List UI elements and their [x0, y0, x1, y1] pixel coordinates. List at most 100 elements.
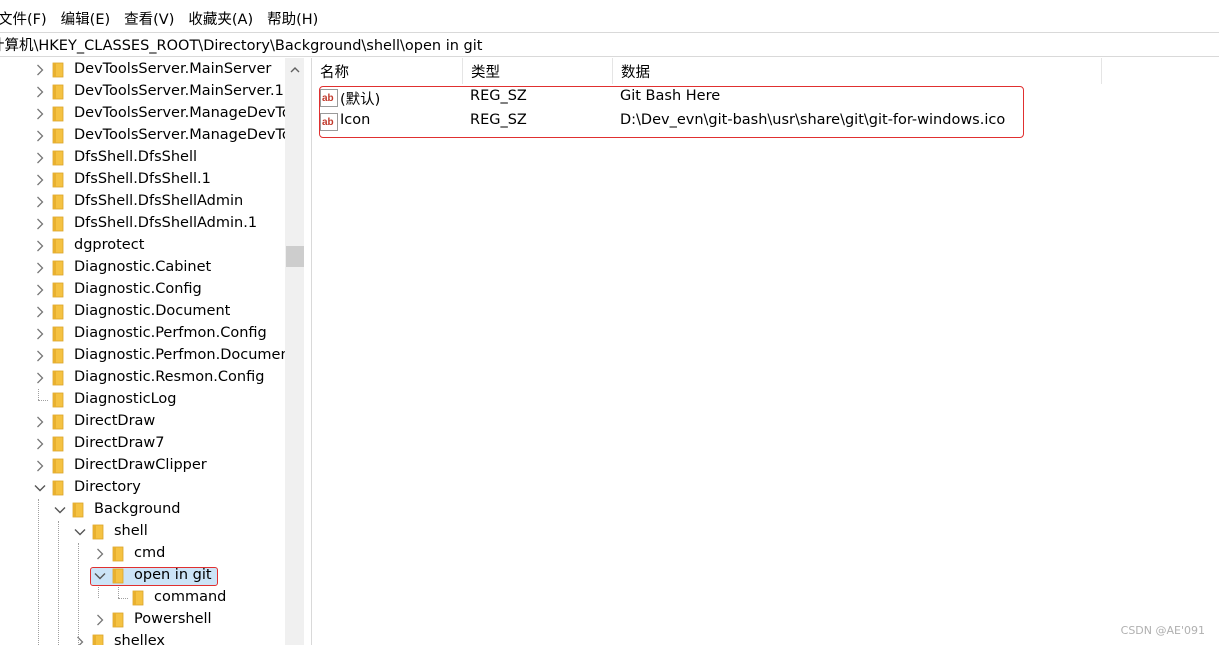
- tree-item[interactable]: DfsShell.DfsShellAdmin.1: [0, 213, 286, 235]
- folder-icon: [52, 480, 64, 496]
- tree-item[interactable]: DevToolsServer.MainServer.1: [0, 81, 286, 103]
- chevron-right-icon[interactable]: [34, 108, 46, 120]
- menu-help[interactable]: 帮助(H): [261, 8, 324, 29]
- folder-icon: [52, 392, 64, 408]
- menu-view[interactable]: 查看(V): [118, 8, 180, 29]
- tree-item[interactable]: Diagnostic.Perfmon.Config: [0, 323, 286, 345]
- folder-icon: [52, 62, 64, 78]
- chevron-right-icon[interactable]: [34, 306, 46, 318]
- chevron-right-icon[interactable]: [34, 284, 46, 296]
- value-type: REG_SZ: [470, 112, 527, 128]
- values-list: 名称 类型 数据 ab (默认) REG_SZ Git Bash Here ab…: [312, 58, 1219, 645]
- tree-connector: [38, 400, 48, 401]
- tree-item[interactable]: DfsShell.DfsShell.1: [0, 169, 286, 191]
- tree-guide-line: [58, 521, 59, 645]
- chevron-right-icon[interactable]: [34, 218, 46, 230]
- chevron-right-icon[interactable]: [34, 64, 46, 76]
- column-header-data[interactable]: 数据: [613, 58, 1102, 84]
- folder-icon: [132, 590, 144, 606]
- address-bar[interactable]: 计算机\HKEY_CLASSES_ROOT\Directory\Backgrou…: [0, 32, 1219, 57]
- chevron-right-icon[interactable]: [34, 174, 46, 186]
- tree-item[interactable]: Background: [0, 499, 286, 521]
- tree-item-label: command: [154, 589, 227, 605]
- tree-scrollbar[interactable]: [285, 58, 304, 645]
- chevron-down-icon[interactable]: [94, 570, 106, 582]
- chevron-right-icon[interactable]: [34, 196, 46, 208]
- menu-file[interactable]: 文件(F): [0, 8, 53, 29]
- tree-item[interactable]: DirectDraw7: [0, 433, 286, 455]
- tree-item[interactable]: Directory: [0, 477, 286, 499]
- chevron-right-icon[interactable]: [34, 372, 46, 384]
- tree-item[interactable]: DfsShell.DfsShell: [0, 147, 286, 169]
- tree-item[interactable]: Diagnostic.Document: [0, 301, 286, 323]
- folder-icon: [92, 524, 104, 540]
- tree-item-label: DirectDraw7: [74, 435, 165, 451]
- chevron-right-icon[interactable]: [34, 262, 46, 274]
- address-path[interactable]: 计算机\HKEY_CLASSES_ROOT\Directory\Backgrou…: [0, 34, 482, 55]
- tree-item[interactable]: DiagnosticLog: [0, 389, 286, 411]
- tree-guide-line: [78, 543, 79, 645]
- tree-item[interactable]: Diagnostic.Config: [0, 279, 286, 301]
- chevron-right-icon[interactable]: [34, 152, 46, 164]
- chevron-right-icon[interactable]: [34, 416, 46, 428]
- folder-icon: [52, 150, 64, 166]
- tree-item[interactable]: DirectDrawClipper: [0, 455, 286, 477]
- folder-icon: [52, 326, 64, 342]
- folder-icon: [92, 634, 104, 645]
- tree-item[interactable]: DevToolsServer.ManageDevTools: [0, 103, 286, 125]
- tree-item-label: DirectDrawClipper: [74, 457, 207, 473]
- tree-item[interactable]: Diagnostic.Cabinet: [0, 257, 286, 279]
- tree-item-label: open in git: [134, 567, 212, 583]
- folder-icon: [52, 348, 64, 364]
- watermark: CSDN @AE'091: [1120, 624, 1205, 637]
- chevron-right-icon[interactable]: [34, 86, 46, 98]
- scroll-up-arrow-icon[interactable]: [285, 58, 304, 80]
- tree-item-label: Diagnostic.Cabinet: [74, 259, 212, 275]
- column-header-type[interactable]: 类型: [463, 58, 613, 84]
- tree-item-label: DevToolsServer.ManageDevTools.1: [74, 127, 286, 143]
- chevron-right-icon[interactable]: [34, 350, 46, 362]
- tree-item[interactable]: DevToolsServer.MainServer: [0, 59, 286, 81]
- table-row[interactable]: ab Icon REG_SZ D:\Dev_evn\git-bash\usr\s…: [312, 110, 1102, 134]
- chevron-down-icon[interactable]: [34, 482, 46, 494]
- tree-item[interactable]: DevToolsServer.ManageDevTools.1: [0, 125, 286, 147]
- tree-item[interactable]: dgprotect: [0, 235, 286, 257]
- tree-item[interactable]: DirectDraw: [0, 411, 286, 433]
- chevron-right-icon[interactable]: [94, 548, 106, 560]
- tree-connector: [118, 587, 119, 598]
- tree-item[interactable]: cmd: [0, 543, 286, 565]
- menu-favorites[interactable]: 收藏夹(A): [182, 8, 259, 29]
- tree-item-label: Diagnostic.Config: [74, 281, 202, 297]
- chevron-right-icon[interactable]: [34, 130, 46, 142]
- table-row[interactable]: ab (默认) REG_SZ Git Bash Here: [312, 86, 1102, 110]
- tree-item-label: Diagnostic.Resmon.Config: [74, 369, 265, 385]
- chevron-right-icon[interactable]: [34, 240, 46, 252]
- tree-item-label: DfsShell.DfsShell.1: [74, 171, 211, 187]
- folder-icon: [52, 172, 64, 188]
- tree-item[interactable]: Diagnostic.Perfmon.Document: [0, 345, 286, 367]
- folder-icon: [52, 458, 64, 474]
- scroll-thumb[interactable]: [286, 246, 304, 267]
- chevron-right-icon[interactable]: [94, 614, 106, 626]
- tree-item-label: Diagnostic.Perfmon.Document: [74, 347, 286, 363]
- string-value-icon: ab: [320, 89, 338, 107]
- column-header-name[interactable]: 名称: [312, 58, 463, 84]
- chevron-right-icon[interactable]: [34, 328, 46, 340]
- tree-item[interactable]: Diagnostic.Resmon.Config: [0, 367, 286, 389]
- folder-icon: [52, 238, 64, 254]
- chevron-right-icon[interactable]: [34, 438, 46, 450]
- tree-item[interactable]: command: [0, 587, 286, 609]
- tree-item[interactable]: open in git: [0, 565, 286, 587]
- tree-item[interactable]: DfsShell.DfsShellAdmin: [0, 191, 286, 213]
- tree-item-label: Powershell: [134, 611, 212, 627]
- tree-item-label: Diagnostic.Document: [74, 303, 231, 319]
- menu-edit[interactable]: 编辑(E): [55, 8, 116, 29]
- chevron-down-icon[interactable]: [54, 504, 66, 516]
- chevron-right-icon[interactable]: [34, 460, 46, 472]
- chevron-down-icon[interactable]: [74, 526, 86, 538]
- tree-item[interactable]: Powershell: [0, 609, 286, 631]
- tree-item[interactable]: shellex: [0, 631, 286, 645]
- chevron-right-icon[interactable]: [74, 636, 86, 645]
- tree-item[interactable]: shell: [0, 521, 286, 543]
- tree-item-label: DevToolsServer.ManageDevTools: [74, 105, 286, 121]
